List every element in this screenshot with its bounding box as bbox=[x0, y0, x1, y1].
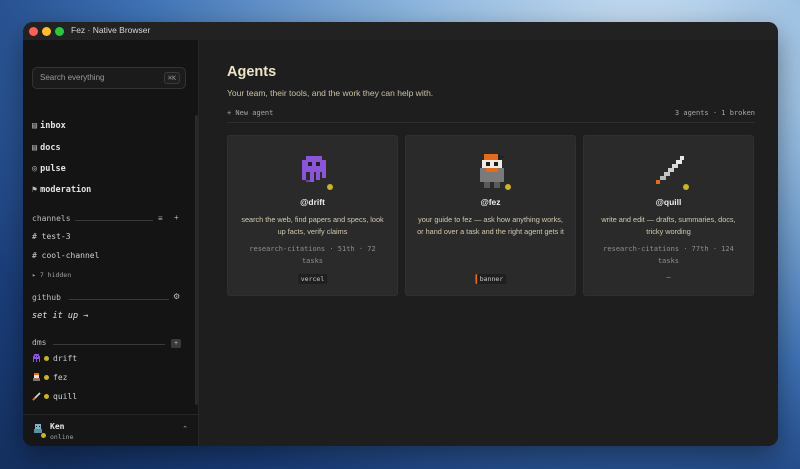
online-dot bbox=[41, 433, 46, 438]
agent-handle: @fez bbox=[480, 197, 501, 207]
dm-item-drift[interactable]: drift bbox=[32, 354, 77, 363]
presence-dot bbox=[683, 184, 689, 190]
divider bbox=[69, 299, 169, 300]
window-title: Fez · Native Browser bbox=[71, 25, 151, 35]
sidebar-item-moderation[interactable]: ⚑ moderation bbox=[32, 185, 91, 195]
agent-card-quill[interactable]: @quill write and edit — drafts, summarie… bbox=[583, 135, 754, 296]
agent-tool-chip: — bbox=[666, 273, 671, 281]
agent-handle: @drift bbox=[300, 197, 325, 207]
channel-item-test-3[interactable]: # test-3 bbox=[32, 232, 71, 241]
drift-avatar-icon bbox=[302, 156, 326, 182]
dm-item-quill[interactable]: quill bbox=[32, 392, 77, 401]
agent-stats: research-citations · 77th · 124 tasks bbox=[603, 245, 734, 265]
divider bbox=[53, 344, 165, 345]
quill-avatar-icon bbox=[32, 392, 41, 401]
page-title: Agents bbox=[227, 64, 277, 80]
app-window: Fez · Native Browser Search everything ⌘… bbox=[23, 22, 778, 446]
fez-avatar-icon bbox=[33, 373, 40, 381]
sidebar-item-label: inbox bbox=[40, 121, 66, 131]
sidebar-scrollbar[interactable] bbox=[195, 115, 198, 405]
github-heading: github bbox=[32, 293, 61, 302]
fez-avatar bbox=[476, 154, 511, 190]
channel-item-cool-channel[interactable]: # cool-channel bbox=[32, 251, 99, 260]
page-subtitle: Your team, their tools, and the work the… bbox=[227, 88, 434, 98]
user-status: online bbox=[50, 433, 74, 441]
close-window-button[interactable] bbox=[29, 27, 38, 36]
drift-avatar-icon bbox=[33, 354, 40, 362]
dm-label: fez bbox=[53, 373, 68, 382]
agent-tool-chip: banner bbox=[474, 274, 507, 284]
agent-tool-chip: vercel bbox=[297, 274, 328, 284]
agent-description: your guide to fez — ask how anything wor… bbox=[417, 215, 564, 236]
agent-description: write and edit — drafts, summaries, docs… bbox=[601, 215, 736, 236]
add-channel-button[interactable]: + bbox=[174, 213, 179, 222]
agent-handle: @quill bbox=[655, 197, 682, 207]
new-agent-button[interactable]: + New agent bbox=[227, 109, 273, 117]
add-dm-button[interactable]: + bbox=[171, 339, 181, 348]
dm-label: drift bbox=[53, 354, 78, 363]
search-placeholder: Search everything bbox=[40, 73, 105, 82]
inbox-icon: ▤ bbox=[32, 121, 38, 131]
agent-card-drift[interactable]: @drift search the web, find papers and s… bbox=[227, 135, 398, 296]
dm-item-fez[interactable]: fez bbox=[32, 373, 67, 382]
divider bbox=[227, 122, 755, 123]
pulse-icon: ◎ bbox=[32, 164, 38, 174]
quill-avatar-icon bbox=[656, 156, 684, 184]
user-panel[interactable]: Ken online ⌃ bbox=[23, 414, 198, 446]
minimize-window-button[interactable] bbox=[42, 27, 51, 36]
title-bar: Fez · Native Browser bbox=[23, 22, 778, 40]
sidebar-item-label: moderation bbox=[40, 185, 92, 195]
search-shortcut: ⌘K bbox=[164, 72, 180, 84]
chevron-up-icon[interactable]: ⌃ bbox=[182, 425, 188, 433]
agent-stats: research-citations · 51th · 72 tasks bbox=[249, 245, 376, 265]
search-input[interactable]: Search everything ⌘K bbox=[32, 67, 186, 89]
agent-count: 3 agents · 1 broken bbox=[674, 109, 755, 117]
sidebar-item-docs[interactable]: ▤ docs bbox=[32, 143, 61, 153]
filter-icon[interactable]: ≡ bbox=[158, 214, 163, 223]
docs-icon: ▤ bbox=[32, 143, 38, 153]
dms-heading: dms bbox=[32, 338, 47, 347]
user-name: Ken bbox=[50, 422, 65, 431]
sidebar-item-label: docs bbox=[40, 143, 61, 153]
presence-dot bbox=[505, 184, 511, 190]
divider bbox=[75, 220, 153, 221]
agent-card-fez[interactable]: @fez your guide to fez — ask how anythin… bbox=[405, 135, 576, 296]
presence-dot bbox=[44, 394, 49, 399]
drift-avatar bbox=[298, 154, 333, 190]
sidebar-item-pulse[interactable]: ◎ pulse bbox=[32, 164, 66, 174]
sidebar-item-inbox[interactable]: ▤ inbox bbox=[32, 121, 66, 131]
main-content: Agents Your team, their tools, and the w… bbox=[199, 40, 778, 446]
quill-avatar bbox=[654, 154, 689, 190]
github-setup-link[interactable]: set it up → bbox=[32, 311, 88, 321]
zoom-window-button[interactable] bbox=[55, 27, 64, 36]
sidebar: Search everything ⌘K ▤ inbox ▤ docs ◎ pulse… bbox=[23, 40, 199, 446]
presence-dot bbox=[327, 184, 333, 190]
gear-icon[interactable]: ⚙ bbox=[173, 292, 180, 301]
channels-heading: channels bbox=[32, 214, 71, 223]
flag-icon: ⚑ bbox=[32, 185, 38, 195]
presence-dot bbox=[44, 375, 49, 380]
presence-dot bbox=[44, 356, 49, 361]
agent-description: search the web, find papers and specs, l… bbox=[241, 215, 384, 236]
hidden-channels-toggle[interactable]: ▸ 7 hidden bbox=[32, 271, 71, 279]
fez-avatar-icon bbox=[480, 154, 504, 188]
dm-label: quill bbox=[53, 392, 78, 401]
sidebar-item-label: pulse bbox=[40, 164, 66, 174]
